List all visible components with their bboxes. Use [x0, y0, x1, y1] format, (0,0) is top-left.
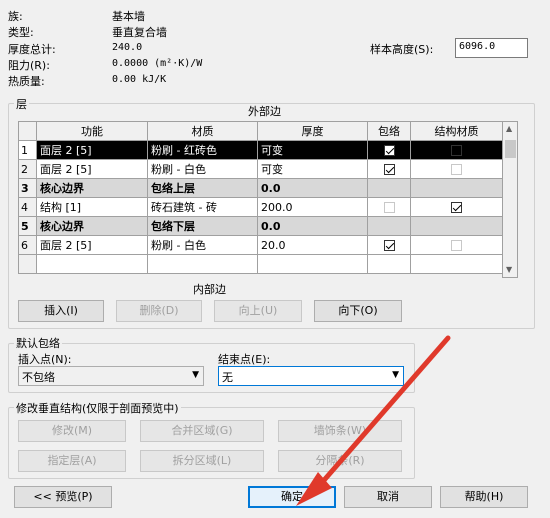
annotation-arrow-icon	[296, 335, 451, 506]
